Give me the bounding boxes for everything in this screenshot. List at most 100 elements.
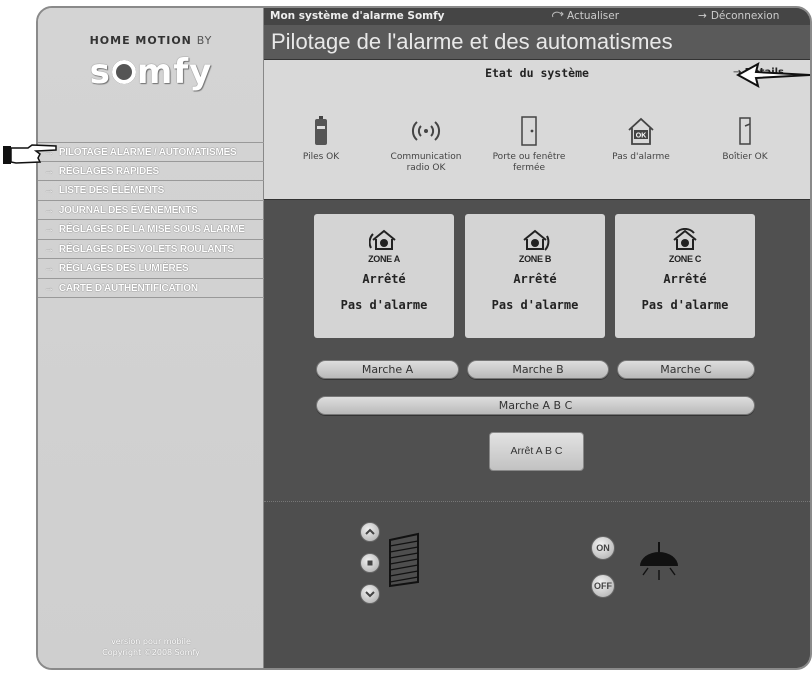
zone-b-icon: [523, 229, 550, 251]
refresh-icon: [552, 11, 564, 18]
copyright-text: Copyright ©2008 Somfy: [102, 648, 200, 657]
sidebar-menu: → PILOTAGE ALARME / AUTOMATISMES → RÉGLAGE…: [38, 142, 264, 298]
sidebar-item-lumieres[interactable]: → RÉGLAGES DES LUMIÈRES: [38, 259, 264, 279]
sidebar-item-label: RÉGLAGES DE LA MISE SOUS ALARME: [58, 224, 245, 235]
chevron-up-icon: [365, 528, 375, 535]
brand-by: BY: [196, 34, 213, 47]
marche-a-button[interactable]: Marche A: [316, 360, 459, 379]
chevron-down-icon: [365, 591, 375, 598]
sidebar-item-label: CARTE D'AUTHENTIFICATION: [58, 282, 198, 294]
sidebar-item-journal[interactable]: → JOURNAL DES ÉVÉNEMENTS: [38, 201, 264, 220]
logo-letter-s: s: [89, 52, 111, 92]
ceiling-lamp-icon: [640, 542, 678, 580]
sidebar-item-label: LISTE DES ÉLÉMENTS: [58, 185, 165, 196]
status-label: Boîtier OK: [722, 152, 768, 162]
status-battery: Piles OK: [272, 116, 370, 163]
somfy-logo: s mfy: [38, 52, 264, 92]
sidebar-item-label: JOURNAL DES ÉVÉNEMENTS: [58, 204, 198, 216]
system-status-panel: Etat du système → Détails Piles OK Commu…: [264, 60, 810, 200]
zone-alarm-status: Pas d'alarme: [340, 298, 428, 312]
refresh-label: Actualiser: [567, 10, 620, 22]
arrow-right-icon: →: [698, 10, 707, 22]
arrow-right-icon: →: [44, 204, 54, 216]
sidebar-item-carte[interactable]: → CARTE D'AUTHENTIFICATION: [38, 279, 264, 298]
roller-shutter-icon: [389, 532, 419, 588]
marche-abc-button[interactable]: Marche A B C: [316, 396, 755, 415]
version-text: version pour mobile: [111, 637, 191, 646]
sidebar-item-label: RÉGLAGES DES VOLETS ROULANTS: [58, 243, 234, 255]
status-heading: Etat du système: [485, 66, 589, 80]
zone-name: ZONE C: [668, 254, 702, 264]
status-radio: Communication radio OK: [377, 116, 475, 174]
pointing-hand-icon: [3, 144, 57, 164]
zone-state: Arrêté: [513, 272, 557, 286]
zone-alarm-status: Pas d'alarme: [491, 298, 579, 312]
app-frame: HOME MOTION BY s mfy → PILOTAGE ALARME / A…: [36, 6, 812, 670]
sidebar: HOME MOTION BY s mfy → PILOTAGE ALARME / A…: [38, 8, 264, 668]
system-title: Mon système d'alarme Somfy: [270, 10, 445, 22]
zone-a-icon: [369, 229, 396, 250]
arrow-right-icon: →: [44, 282, 54, 294]
logo-letters-mfy: mfy: [136, 52, 213, 92]
arrow-right-icon: →: [44, 243, 54, 255]
brand-name: HOME MOTION: [89, 34, 192, 47]
shutter-up-button[interactable]: [360, 522, 380, 542]
zone-c-card[interactable]: ZONE C Arrêté Pas d'alarme: [615, 214, 755, 338]
arrow-right-icon: →: [44, 185, 54, 196]
sidebar-item-label: RÉGLAGES DES LUMIÈRES: [58, 263, 189, 274]
brand-title: HOME MOTION BY: [38, 34, 264, 47]
status-label-2: radio OK: [406, 163, 446, 173]
sidebar-item-pilotage[interactable]: → PILOTAGE ALARME / AUTOMATISMES: [38, 142, 264, 162]
status-label: Piles OK: [302, 152, 340, 162]
light-on-button[interactable]: ON: [591, 536, 615, 560]
status-control-box: Boîtier OK: [696, 116, 794, 163]
status-label: Communication: [390, 152, 462, 162]
alarm-control-area: ZONE A Arrêté Pas d'alarme ZONE B Arrêté…: [264, 200, 810, 510]
automation-controls: ON OFF: [264, 501, 810, 668]
logout-link[interactable]: → Déconnexion: [698, 8, 779, 24]
status-door: Porte ou fenêtre fermée: [480, 116, 578, 174]
house-ok-icon: OK: [628, 117, 654, 145]
annotation-arrow-icon: [736, 62, 811, 88]
status-label: Porte ou fenêtre: [492, 152, 566, 162]
radio-signal-icon: [411, 121, 441, 141]
version-info: version pour mobile Copyright ©2008 Somf…: [38, 636, 264, 658]
sidebar-item-liste-elements[interactable]: → LISTE DES ÉLÉMENTS: [38, 181, 264, 201]
zone-b-card[interactable]: ZONE B Arrêté Pas d'alarme: [465, 214, 605, 338]
arrow-right-icon: →: [44, 165, 54, 177]
status-alarm: OK Pas d'alarme: [592, 116, 690, 163]
shutter-stop-button[interactable]: [360, 553, 380, 573]
zone-state: Arrêté: [362, 272, 406, 286]
status-label: Pas d'alarme: [612, 152, 670, 162]
zone-state: Arrêté: [663, 272, 707, 286]
shutter-down-button[interactable]: [360, 584, 380, 604]
sidebar-item-label: RÉGLAGES RAPIDES: [58, 165, 159, 177]
sidebar-item-label: PILOTAGE ALARME / AUTOMATISMES: [58, 147, 237, 158]
top-bar: Mon système d'alarme Somfy Actualiser → D…: [264, 8, 810, 25]
sidebar-item-mise-sous-alarme[interactable]: → RÉGLAGES DE LA MISE SOUS ALARME: [38, 220, 264, 240]
control-box-icon: [739, 117, 751, 145]
battery-icon: [315, 116, 327, 145]
main-panel: Mon système d'alarme Somfy Actualiser → D…: [264, 8, 810, 668]
status-label-2: fermée: [512, 163, 546, 173]
zone-name: ZONE A: [368, 254, 400, 264]
logo-o-icon: [111, 60, 136, 84]
sidebar-item-volets[interactable]: → RÉGLAGES DES VOLETS ROULANTS: [38, 240, 264, 259]
arret-abc-button[interactable]: Arrêt A B C: [489, 432, 584, 471]
stop-square-icon: [367, 560, 373, 566]
svg-text:OK: OK: [636, 133, 647, 140]
refresh-link[interactable]: Actualiser: [552, 8, 619, 24]
zone-c-icon: [673, 228, 697, 250]
door-icon: [521, 116, 537, 146]
logout-label: Déconnexion: [710, 10, 780, 22]
sidebar-item-reglages-rapides[interactable]: → RÉGLAGES RAPIDES: [38, 162, 264, 181]
page-title: Pilotage de l'alarme et des automatismes: [264, 25, 810, 60]
zone-alarm-status: Pas d'alarme: [641, 298, 729, 312]
marche-b-button[interactable]: Marche B: [467, 360, 609, 379]
marche-c-button[interactable]: Marche C: [617, 360, 755, 379]
zone-a-card[interactable]: ZONE A Arrêté Pas d'alarme: [314, 214, 454, 338]
arrow-right-icon: →: [44, 263, 54, 274]
arrow-right-icon: →: [44, 224, 54, 235]
zone-name: ZONE B: [518, 254, 552, 264]
light-off-button[interactable]: OFF: [591, 574, 615, 598]
